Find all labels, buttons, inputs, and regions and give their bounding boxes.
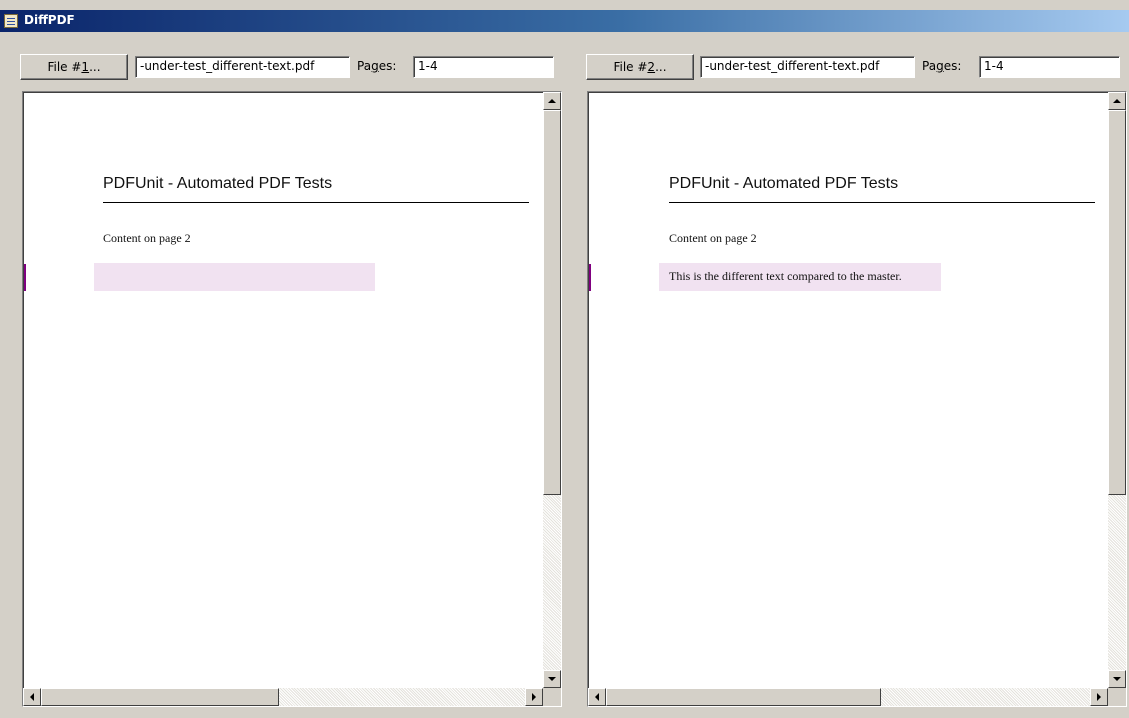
pages-1-label: Pages: [357,59,397,73]
scroll-down-button-1[interactable] [543,670,561,688]
arrow-down-icon [1113,677,1121,681]
file-2-button-mnemonic: 2 [647,60,656,74]
horizontal-scroll-thumb-1[interactable] [41,688,279,706]
file-1-name-field[interactable]: -under-test_different-text.pdf [135,56,350,78]
page-2-title: PDFUnit - Automated PDF Tests [669,175,899,192]
page-2-content: Content on page 2 [669,231,757,245]
horizontal-scroll-thumb-2[interactable] [606,688,881,706]
page-2-title-rule [669,202,1095,203]
diffpdf-app-icon [4,14,18,28]
scroll-up-button-2[interactable] [1108,92,1126,110]
horizontal-scrollbar-2[interactable] [588,688,1108,706]
file-1-button-mnemonic: 1 [81,60,90,74]
page-1-content: Content on page 2 [103,231,191,245]
title-bar[interactable]: DiffPDF [0,10,1129,32]
arrow-left-icon [30,693,34,701]
arrow-down-icon [548,677,556,681]
page-2-diff-highlight: This is the different text compared to t… [659,263,941,291]
scroll-corner-2 [1108,688,1126,706]
file-2-name-field[interactable]: -under-test_different-text.pdf [700,56,915,78]
pages-1-field[interactable]: 1-4 [413,56,554,78]
arrow-up-icon [548,99,556,103]
pages-2-field[interactable]: 1-4 [979,56,1120,78]
vertical-scroll-thumb-2[interactable] [1108,110,1126,495]
page-1-diff-marker [24,264,26,291]
horizontal-scrollbar-1[interactable] [23,688,543,706]
file-2-button[interactable]: File #2... [586,54,694,80]
arrow-up-icon [1113,99,1121,103]
window-title: DiffPDF [24,13,75,27]
vertical-scroll-thumb-1[interactable] [543,110,561,495]
scroll-right-button-1[interactable] [525,688,543,706]
scroll-up-button-1[interactable] [543,92,561,110]
file-1-button-suffix: ... [89,60,101,74]
scroll-down-button-2[interactable] [1108,670,1126,688]
vertical-scrollbar-1[interactable] [543,92,561,688]
pages-2-label: Pages: [922,59,962,73]
page-2-diff-text: This is the different text compared to t… [669,269,902,283]
arrow-right-icon [532,693,536,701]
page-1-diff-highlight [94,263,375,291]
scroll-left-button-2[interactable] [588,688,606,706]
file-2-button-label: File # [613,60,648,74]
page-1-title: PDFUnit - Automated PDF Tests [103,175,333,192]
scroll-corner-1 [543,688,561,706]
file-1-button-label: File # [47,60,82,74]
scroll-left-button-1[interactable] [23,688,41,706]
page-2-diff-marker [589,264,591,291]
arrow-right-icon [1097,693,1101,701]
file-1-button[interactable]: File #1... [20,54,128,80]
file-2-button-suffix: ... [655,60,667,74]
arrow-left-icon [595,693,599,701]
pdf-view-2[interactable]: PDFUnit - Automated PDF Tests Content on… [587,91,1127,707]
pdf-view-1[interactable]: PDFUnit - Automated PDF Tests Content on… [22,91,562,707]
scroll-right-button-2[interactable] [1090,688,1108,706]
page-1-title-rule [103,202,529,203]
vertical-scrollbar-2[interactable] [1108,92,1126,688]
